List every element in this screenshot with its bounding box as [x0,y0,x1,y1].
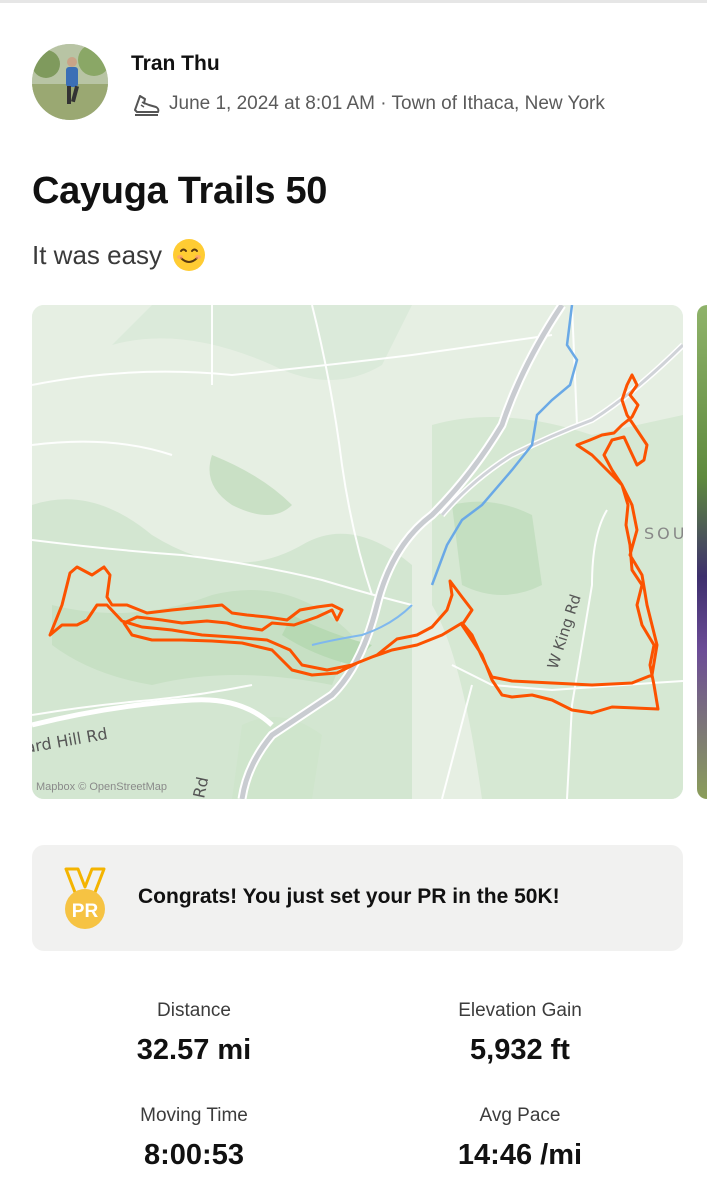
avatar-photo [32,44,108,120]
stat-distance: Distance 32.57 mi [34,1000,354,1067]
activity-header: Tran Thu June 1, 2024 at 8:01 AM · Town … [32,44,682,124]
achievement-message: Congrats! You just set your PR in the 50… [138,885,560,908]
activity-description: It was easy [32,238,206,272]
pr-medal-icon: PR [64,867,106,929]
top-divider [0,0,707,3]
description-text: It was easy [32,239,163,270]
map-attribution[interactable]: Mapbox © OpenStreetMap [36,781,167,793]
place-label: SOU [644,524,683,543]
stat-label: Avg Pace [479,1105,561,1126]
avatar[interactable] [32,44,108,120]
route-map[interactable]: ard Hill Rd W King Rd Rd SOU Mapbox © Op… [32,305,683,799]
activity-meta: June 1, 2024 at 8:01 AM · Town of Ithaca… [131,90,605,118]
stat-value: 14:46 /mi [457,1139,583,1171]
stat-label: Distance [157,1000,231,1021]
map-canvas: ard Hill Rd W King Rd Rd SOU [32,305,683,799]
stat-label: Elevation Gain [458,1000,582,1021]
stat-avg-pace: Avg Pace 14:46 /mi [360,1105,680,1172]
stat-value: 32.57 mi [136,1034,252,1066]
activity-date-location: June 1, 2024 at 8:01 AM · Town of Ithaca… [169,93,605,114]
activity-photo-peek[interactable] [697,305,707,799]
stat-elevation-gain: Elevation Gain 5,932 ft [360,1000,680,1067]
stat-value: 5,932 ft [470,1034,570,1066]
achievement-card[interactable]: PR Congrats! You just set your PR in the… [32,845,683,951]
stat-label: Moving Time [140,1105,248,1126]
running-shoe-icon [134,95,160,116]
pr-badge-text: PR [72,901,99,922]
activity-title[interactable]: Cayuga Trails 50 [32,170,327,213]
athlete-name[interactable]: Tran Thu [131,52,220,76]
stat-moving-time: Moving Time 8:00:53 [34,1105,354,1172]
stat-value: 8:00:53 [144,1139,244,1171]
smiling-face-icon [173,239,206,271]
